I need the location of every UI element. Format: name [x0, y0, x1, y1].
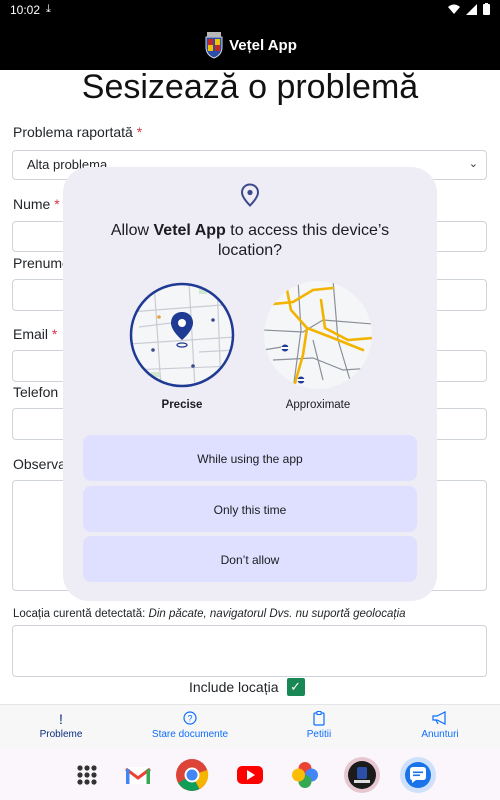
- only-this-time-button[interactable]: Only this time: [83, 486, 417, 532]
- dialog-title-app: Vetel App: [153, 222, 226, 239]
- dialog-title-pre: Allow: [110, 222, 154, 239]
- while-using-app-button[interactable]: While using the app: [83, 435, 417, 481]
- precise-label: Precise: [161, 399, 203, 411]
- precise-location-map[interactable]: [129, 282, 235, 388]
- dialog-title: Allow Vetel App to access this device’s …: [83, 221, 417, 261]
- dont-allow-button[interactable]: Don’t allow: [83, 536, 417, 582]
- location-permission-dialog: Allow Vetel App to access this device’s …: [63, 167, 437, 601]
- dialog-title-post: to access this device’s location?: [217, 222, 390, 259]
- location-pin-icon: [240, 183, 260, 207]
- approximate-location-map[interactable]: [263, 280, 373, 390]
- approximate-label: Approximate: [285, 399, 351, 411]
